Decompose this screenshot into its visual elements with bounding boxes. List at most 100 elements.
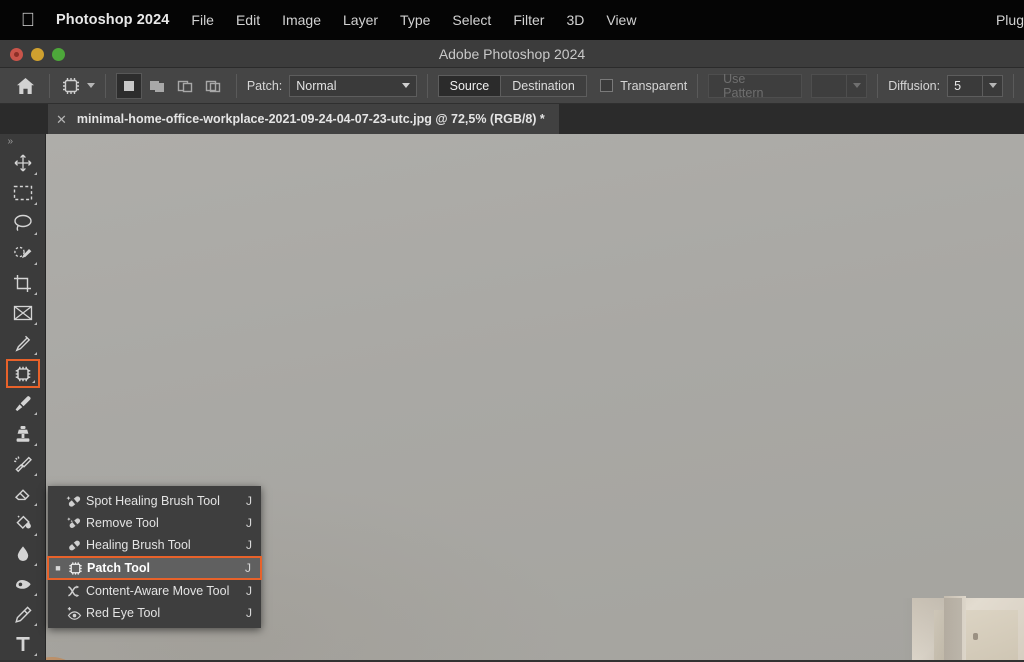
pen-tool-button[interactable] <box>6 600 40 629</box>
pattern-picker-caret[interactable] <box>847 74 867 98</box>
flyout-item-label: Remove Tool <box>86 516 246 530</box>
chevron-down-icon <box>989 83 997 88</box>
flyout-item-label: Spot Healing Brush Tool <box>86 494 246 508</box>
tool-expand-corner <box>34 533 37 536</box>
frame-tool-button[interactable] <box>6 299 40 328</box>
options-separator <box>697 74 698 98</box>
flyout-item-spot-healing-brush[interactable]: Spot Healing Brush Tool J <box>48 490 261 512</box>
marquee-tool-button[interactable] <box>6 179 40 208</box>
flyout-item-healing-brush[interactable]: Healing Brush Tool J <box>48 534 261 556</box>
window-controls <box>10 40 65 68</box>
quick-selection-tool-button[interactable] <box>6 239 40 268</box>
tool-options-bar: Patch: Normal Source Destination Transpa… <box>0 68 1024 104</box>
blur-tool-button[interactable] <box>6 540 40 569</box>
macos-menu-bar:  Photoshop 2024 File Edit Image Layer T… <box>0 0 1024 40</box>
options-separator <box>1013 74 1014 98</box>
menu-item-edit[interactable]: Edit <box>236 12 260 28</box>
close-icon[interactable]: ✕ <box>56 113 67 126</box>
menu-app-name[interactable]: Photoshop 2024 <box>56 12 169 28</box>
tool-expand-corner <box>34 653 37 656</box>
flyout-item-red-eye-tool[interactable]: Red Eye Tool J <box>48 602 261 624</box>
source-button[interactable]: Source <box>438 75 502 97</box>
options-separator <box>49 74 50 98</box>
menu-item-select[interactable]: Select <box>452 12 491 28</box>
destination-button[interactable]: Destination <box>501 75 587 97</box>
flyout-item-remove-tool[interactable]: Remove Tool J <box>48 512 261 534</box>
pattern-picker[interactable] <box>811 74 867 98</box>
home-icon[interactable] <box>12 73 39 99</box>
tool-expand-corner <box>34 412 37 415</box>
eraser-tool-button[interactable] <box>6 480 40 509</box>
flyout-item-shortcut: J <box>246 584 261 598</box>
active-tool-preset-picker[interactable] <box>60 75 95 97</box>
transparent-checkbox[interactable] <box>600 79 613 92</box>
maximize-window-button[interactable] <box>52 48 65 61</box>
tool-expand-corner <box>34 623 37 626</box>
content-aware-move-icon <box>62 581 86 601</box>
flyout-item-content-aware-move[interactable]: Content-Aware Move Tool J <box>48 580 261 602</box>
diffusion-input[interactable]: 5 <box>947 75 983 97</box>
move-tool-button[interactable] <box>6 149 40 178</box>
flyout-item-shortcut: J <box>246 606 261 620</box>
transparent-checkbox-row[interactable]: Transparent <box>600 79 687 93</box>
menu-item-type[interactable]: Type <box>400 12 430 28</box>
tool-expand-corner <box>34 563 37 566</box>
menu-item-plugins[interactable]: Plug <box>996 12 1024 28</box>
minimize-window-button[interactable] <box>31 48 44 61</box>
selection-mode-group <box>116 73 226 99</box>
menu-item-view[interactable]: View <box>606 12 636 28</box>
patch-tool-icon <box>60 75 82 97</box>
pattern-swatch[interactable] <box>811 74 847 98</box>
use-pattern-button[interactable]: Use Pattern <box>708 74 801 98</box>
crop-tool-button[interactable] <box>6 269 40 298</box>
tool-expand-corner <box>32 380 35 383</box>
menu-item-layer[interactable]: Layer <box>343 12 378 28</box>
remove-tool-icon <box>62 513 86 533</box>
patch-tool-button[interactable] <box>6 359 40 388</box>
apple-logo-icon[interactable]:  <box>20 11 36 30</box>
document-tab-title: minimal-home-office-workplace-2021-09-24… <box>77 112 545 126</box>
flyout-item-label: Patch Tool <box>87 561 245 575</box>
patch-mode-value: Normal <box>296 79 336 93</box>
menu-item-filter[interactable]: Filter <box>513 12 544 28</box>
menu-item-file[interactable]: File <box>191 12 214 28</box>
diffusion-label: Diffusion: <box>888 79 940 93</box>
eyedropper-tool-button[interactable] <box>6 329 40 358</box>
dodge-tool-button[interactable] <box>6 570 40 599</box>
type-tool-button[interactable] <box>6 630 40 659</box>
add-to-selection-button[interactable] <box>144 73 170 99</box>
tools-panel: » <box>0 134 46 660</box>
tool-expand-corner <box>34 443 37 446</box>
tool-expand-corner <box>34 322 37 325</box>
options-separator <box>427 74 428 98</box>
options-separator <box>236 74 237 98</box>
patch-mode-select[interactable]: Normal <box>289 75 416 97</box>
chevron-down-icon <box>87 83 95 88</box>
paint-bucket-tool-button[interactable] <box>6 510 40 539</box>
photoshop-application-window:  Photoshop 2024 File Edit Image Layer T… <box>0 0 1024 662</box>
lasso-tool-button[interactable] <box>6 209 40 238</box>
diffusion-caret[interactable] <box>983 75 1003 97</box>
close-window-button[interactable] <box>10 48 23 61</box>
tool-expand-corner <box>34 352 37 355</box>
flyout-item-label: Healing Brush Tool <box>86 538 246 552</box>
menu-item-image[interactable]: Image <box>282 12 321 28</box>
menu-item-3d[interactable]: 3D <box>566 12 584 28</box>
double-chevron-right-icon[interactable]: » <box>0 134 46 149</box>
brush-tool-button[interactable] <box>6 389 40 418</box>
tool-expand-corner <box>34 503 37 506</box>
workspace: » <box>0 134 1024 660</box>
document-tab[interactable]: ✕ minimal-home-office-workplace-2021-09-… <box>48 104 560 134</box>
chevron-down-icon <box>402 83 410 88</box>
application-frame: Adobe Photoshop 2024 <box>0 40 1024 662</box>
diffusion-stepper[interactable]: 5 <box>947 75 1003 97</box>
history-brush-tool-button[interactable] <box>6 450 40 479</box>
flyout-item-patch-tool[interactable]: ■ Patch Tool J <box>47 556 262 580</box>
frame-shadow <box>902 598 962 660</box>
new-selection-button[interactable] <box>116 73 142 99</box>
flyout-item-label: Red Eye Tool <box>86 606 246 620</box>
intersect-selection-button[interactable] <box>200 73 226 99</box>
subtract-from-selection-button[interactable] <box>172 73 198 99</box>
flyout-item-label: Content-Aware Move Tool <box>86 584 246 598</box>
clone-stamp-tool-button[interactable] <box>6 419 40 448</box>
